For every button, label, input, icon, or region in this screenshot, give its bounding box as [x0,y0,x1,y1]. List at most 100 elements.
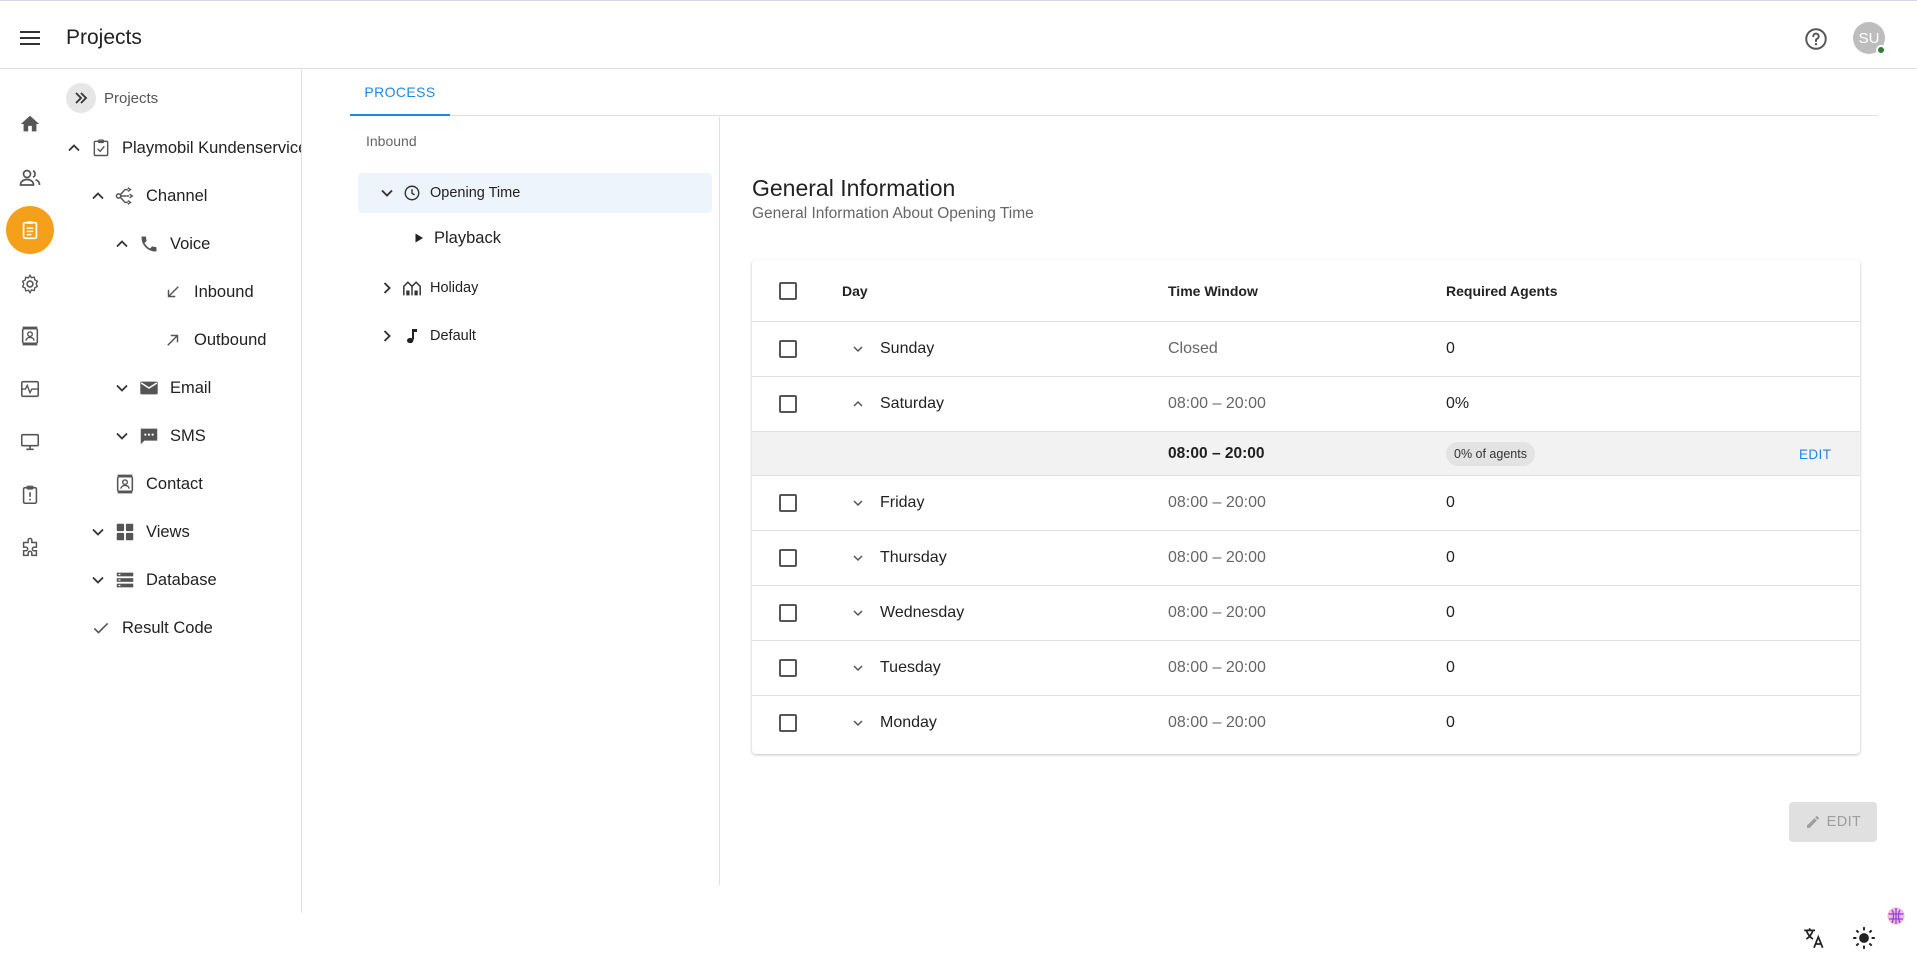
chevron-down-icon[interactable] [848,339,868,359]
time-window-cell: 08:00 – 20:00 [1168,604,1266,621]
chevron-up-icon[interactable] [112,234,132,254]
select-all-checkbox[interactable] [779,282,797,300]
required-agents-cell: 0 [1446,549,1455,566]
channel-icon [112,183,138,209]
tree-item-project[interactable]: Playmobil Kundenservice [64,133,301,163]
chevron-up-icon[interactable] [88,186,108,206]
chevron-down-icon[interactable] [848,603,868,623]
table-row[interactable]: Friday 08:00 – 20:00 0 [752,476,1860,531]
avatar-initials: SU [1858,29,1880,47]
chevron-down-icon[interactable] [112,426,132,446]
tree-item-database[interactable]: Database [88,565,217,595]
chevron-right-icon[interactable] [378,279,396,297]
tree-item-inbound[interactable]: Inbound [136,277,254,307]
process-item-label: Default [430,328,476,344]
edit-time-window-link[interactable]: EDIT [1799,447,1831,462]
process-item-playback[interactable]: Playback [410,225,501,251]
chevron-up-icon[interactable] [848,394,868,414]
table-row[interactable]: Saturday 08:00 – 20:00 0% [752,377,1860,432]
chevron-down-icon[interactable] [112,378,132,398]
tab-bar: PROCESS [350,70,1878,116]
process-item-label: Playback [434,228,501,247]
chevron-down-icon[interactable] [378,184,396,202]
translate-icon[interactable] [1801,925,1827,956]
home-icon[interactable] [4,100,56,148]
outbound-arrow-icon [160,327,186,353]
users-icon[interactable] [4,154,56,202]
expand-tree-button[interactable] [66,83,96,113]
required-agents-cell: 0% [1446,395,1470,412]
chevron-down-icon[interactable] [848,658,868,678]
email-icon [136,375,162,401]
detail-subtitle: General Information About Opening Time [752,205,1034,222]
table-row[interactable]: Thursday 08:00 – 20:00 0 [752,531,1860,586]
check-icon [88,615,114,641]
tree-item-label: Database [146,570,217,589]
settings-icon[interactable] [4,260,56,308]
tree-item-label: Outbound [194,330,267,349]
opening-time-table: Day Time Window Required Agents Sunday C… [752,260,1860,754]
chevron-down-icon[interactable] [88,522,108,542]
chevron-down-icon[interactable] [848,493,868,513]
table-row[interactable]: Tuesday 08:00 – 20:00 0 [752,641,1860,696]
monitoring-icon[interactable] [4,365,56,413]
detail-panel: General Information General Information … [750,117,1875,897]
sms-icon [136,423,162,449]
monitor-icon[interactable] [4,418,56,466]
inbound-arrow-icon [160,279,186,305]
row-checkbox[interactable] [779,659,797,677]
row-checkbox[interactable] [779,395,797,413]
tree-item-voice[interactable]: Voice [112,229,210,259]
alert-icon[interactable] [4,471,56,519]
chevron-up-icon[interactable] [64,138,84,158]
table-row[interactable]: Sunday Closed 0 [752,322,1860,377]
row-checkbox[interactable] [779,604,797,622]
contact-card-icon [112,471,138,497]
expanded-detail-row: 08:00 – 20:00 0% of agents EDIT [752,432,1860,476]
tree-item-contact[interactable]: Contact [88,469,203,499]
row-checkbox[interactable] [779,494,797,512]
row-checkbox[interactable] [779,714,797,732]
extension-icon[interactable] [4,524,56,572]
required-agents-cell: 0 [1446,604,1455,621]
phone-icon [136,231,162,257]
column-header-day[interactable]: Day [842,282,868,300]
tree-item-email[interactable]: Email [112,373,211,403]
edit-button[interactable]: EDIT [1789,802,1877,842]
menu-icon[interactable] [18,26,42,50]
dashboard-icon [112,519,138,545]
process-header: Inbound [366,133,417,149]
table-row[interactable]: Wednesday 08:00 – 20:00 0 [752,586,1860,641]
breadcrumb-label: Projects [104,89,159,107]
tree-item-views[interactable]: Views [88,517,190,547]
theme-toggle-icon[interactable] [1851,925,1877,956]
main-content: PROCESS Inbound Opening Time Playback Ho… [350,70,1878,930]
column-header-required-agents[interactable]: Required Agents [1446,282,1558,300]
projects-icon[interactable] [4,206,56,254]
tree-item-outbound[interactable]: Outbound [136,325,266,355]
row-checkbox[interactable] [779,340,797,358]
time-window-cell: 08:00 – 20:00 [1168,714,1266,731]
tree-item-channel[interactable]: Channel [88,181,207,211]
tab-process[interactable]: PROCESS [350,70,450,116]
tree-item-result-code[interactable]: Result Code [88,613,213,643]
time-window-cell: 08:00 – 20:00 [1168,659,1266,676]
help-icon[interactable] [1803,26,1829,52]
tree-item-sms[interactable]: SMS [112,421,206,451]
tree-item-label: Contact [146,474,203,493]
chevron-right-icon[interactable] [378,327,396,345]
assistant-brain-icon[interactable] [1886,906,1906,926]
row-checkbox[interactable] [779,549,797,567]
contacts-icon[interactable] [4,312,56,360]
play-triangle-icon[interactable] [410,229,428,247]
process-item-holiday[interactable]: Holiday [378,275,478,301]
column-header-time-window[interactable]: Time Window [1168,282,1258,300]
table-row[interactable]: Monday 08:00 – 20:00 0 [752,696,1860,751]
chevron-down-icon[interactable] [848,713,868,733]
agents-chip: 0% of agents [1446,442,1535,466]
process-item-default[interactable]: Default [378,323,476,349]
process-item-opening-time[interactable]: Opening Time [358,173,712,213]
chevron-down-icon[interactable] [88,570,108,590]
avatar[interactable]: SU [1853,22,1886,55]
chevron-down-icon[interactable] [848,548,868,568]
